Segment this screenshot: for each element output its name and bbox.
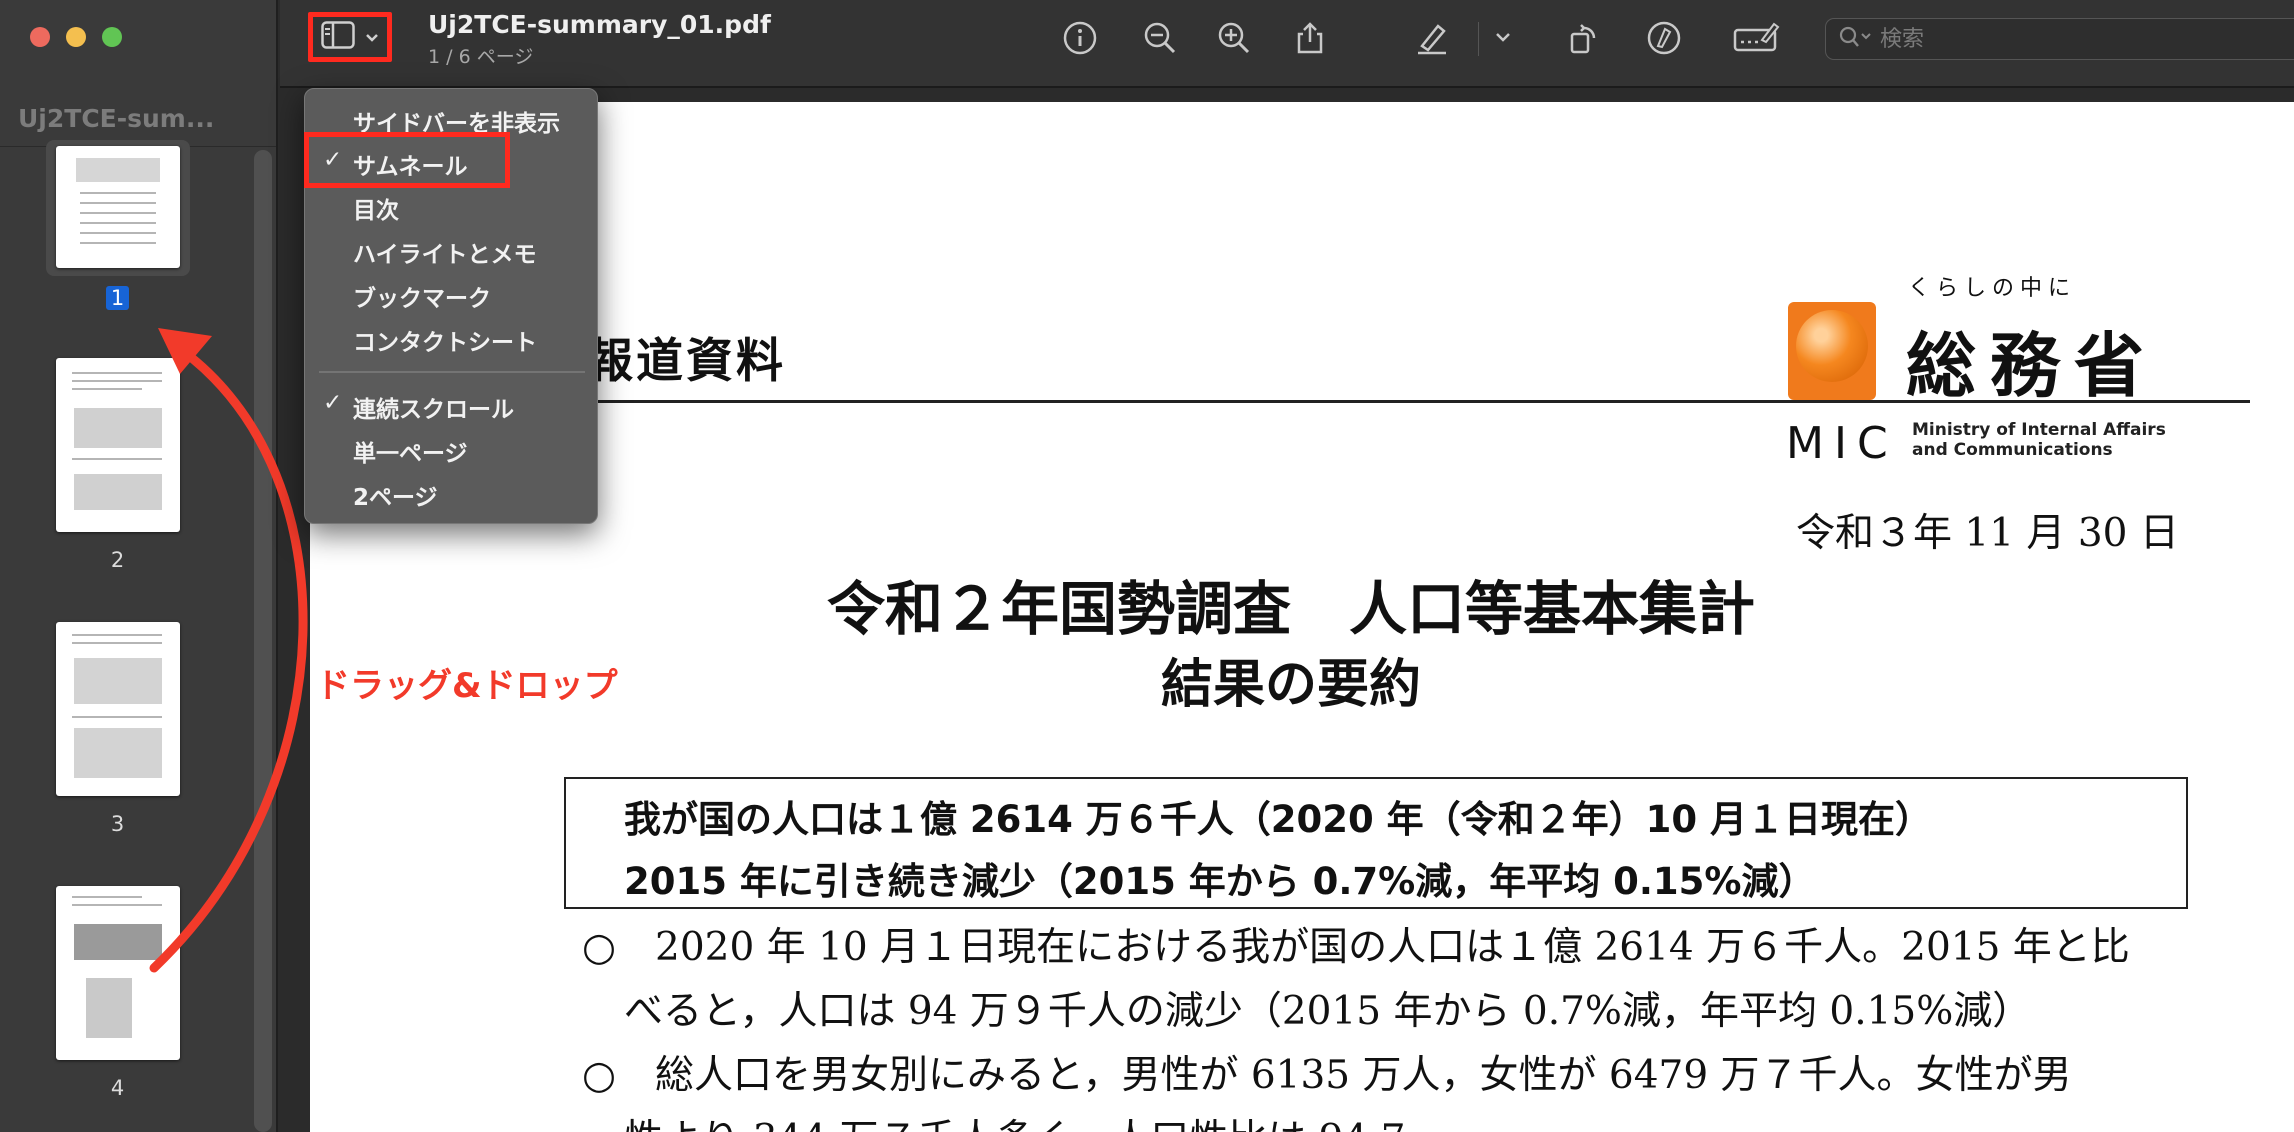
logo-english-name: Ministry of Internal Affairs and Communi… (1912, 420, 2166, 460)
thumbnail-number: 3 (110, 812, 125, 836)
summary-line: 2015 年に引き続き減少（2015 年から 0.7%減，年平均 0.15%減） (624, 860, 1816, 903)
checkmark-icon: ✓ (323, 390, 343, 416)
markup-icon[interactable] (1646, 20, 1682, 56)
sidebar-title: Uj2TCE-sum... (18, 104, 215, 133)
search-field[interactable] (1825, 18, 2294, 60)
menu-item-bookmarks[interactable]: ブックマーク (305, 274, 597, 314)
close-window-button[interactable] (30, 27, 50, 47)
menu-item-table-of-contents[interactable]: 目次 (305, 186, 597, 226)
zoom-in-icon[interactable] (1216, 20, 1252, 56)
fullscreen-window-button[interactable] (102, 27, 122, 47)
menu-divider (319, 371, 585, 373)
sidebar-scrollbar[interactable] (254, 150, 272, 1132)
menu-item-label: 目次 (353, 198, 399, 224)
search-icon (1838, 25, 1872, 53)
highlighter-icon[interactable] (1414, 20, 1450, 56)
menu-item-continuous-scroll[interactable]: ✓ 連続スクロール (305, 385, 597, 425)
thumbnail-number: 1 (0, 286, 235, 310)
summary-box: 我が国の人口は１億 2614 万６千人（2020 年（令和２年）10 月１日現在… (564, 777, 2188, 909)
press-release-label: 報道資料 (586, 334, 786, 389)
toolbar: Uj2TCE-summary_01.pdf 1 / 6 ページ (280, 0, 2294, 88)
thumbnail-image (56, 146, 180, 268)
menu-item-label: 単一ページ (353, 441, 468, 467)
sidebar-toggle-button[interactable] (308, 12, 392, 62)
thumbnail-page-4[interactable] (56, 886, 180, 1060)
logo-name: 総務省 (1906, 325, 2158, 407)
sidebar: Uj2TCE-sum... 1 2 3 4 (0, 0, 278, 1132)
menu-item-contact-sheet[interactable]: コンタクトシート (305, 318, 597, 358)
mic-logo-mark (1788, 302, 1876, 400)
toolbar-divider (1478, 22, 1479, 56)
chevron-down-icon (365, 28, 379, 47)
body-paragraph-line: べると，人口は 94 万９千人の減少（2015 年から 0.7%減，年平均 0.… (624, 989, 2032, 1034)
sidebar-toggle-icon (321, 21, 355, 53)
menu-item-label: 2ページ (353, 485, 438, 511)
body-paragraph-line: ○ 総人口を男女別にみると，男性が 6135 万人，女性が 6479 万７千人。… (582, 1053, 2072, 1098)
thumbnail-option-highlight (304, 132, 510, 188)
chevron-down-icon[interactable] (1492, 26, 1514, 48)
info-icon[interactable] (1062, 20, 1098, 56)
menu-item-highlights-and-notes[interactable]: ハイライトとメモ (305, 230, 597, 270)
minimize-window-button[interactable] (66, 27, 86, 47)
body-paragraph-line: ○ 2020 年 10 月１日現在における我が国の人口は１億 2614 万６千人… (582, 925, 2130, 970)
menu-item-label: ハイライトとメモ (353, 242, 537, 268)
menu-item-two-pages[interactable]: 2ページ (305, 473, 597, 513)
logo-mic: MIC (1786, 418, 1898, 469)
document-title-heading: 令和２年国勢調査 人口等基本集計 (826, 575, 1755, 643)
form-fill-icon[interactable] (1732, 20, 1780, 56)
thumbnail-page-1[interactable] (46, 140, 190, 276)
thumbnail-page-2[interactable] (56, 358, 180, 532)
zoom-out-icon[interactable] (1142, 20, 1178, 56)
drag-and-drop-label: ドラッグ&ドロップ (316, 666, 618, 706)
menu-item-label: ブックマーク (353, 286, 491, 312)
thumbnail-number: 4 (110, 1076, 125, 1100)
document-title: Uj2TCE-summary_01.pdf (428, 10, 771, 39)
pdf-page: 報道資料 くらしの中に 総務省 MIC Ministry of Internal… (310, 102, 2294, 1132)
document-date: 令和３年 11 月 30 日 (1796, 511, 2179, 556)
menu-item-label: コンタクトシート (353, 330, 537, 356)
summary-line: 我が国の人口は１億 2614 万６千人（2020 年（令和２年）10 月１日現在… (624, 798, 1932, 841)
menu-item-single-page[interactable]: 単一ページ (305, 429, 597, 469)
logo-tagline: くらしの中に (1908, 276, 2077, 301)
thumbnail-number: 2 (110, 548, 125, 572)
thumbnail-page-3[interactable] (56, 622, 180, 796)
search-input[interactable] (1880, 26, 2280, 52)
logo-english-line-2: and Communications (1912, 440, 2113, 460)
body-paragraph-line: 性より 344 万７千人多く，人口性比は 94.7 (624, 1108, 1406, 1132)
logo-english-line-1: Ministry of Internal Affairs (1912, 420, 2166, 440)
page-indicator: 1 / 6 ページ (428, 46, 534, 68)
rotate-icon[interactable] (1566, 20, 1602, 56)
menu-item-label: 連続スクロール (353, 397, 514, 423)
share-icon[interactable] (1292, 20, 1328, 56)
